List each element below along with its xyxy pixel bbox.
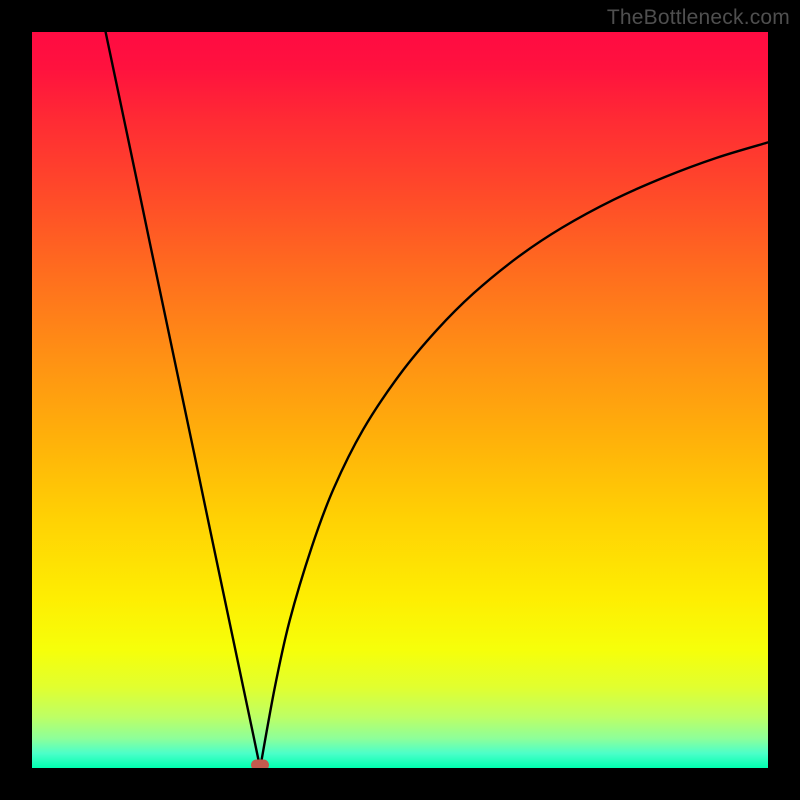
plot-area [32,32,768,768]
chart-frame: TheBottleneck.com [0,0,800,800]
minimum-marker-icon [251,760,269,769]
bottleneck-curve [32,32,768,768]
watermark-text: TheBottleneck.com [607,6,790,30]
